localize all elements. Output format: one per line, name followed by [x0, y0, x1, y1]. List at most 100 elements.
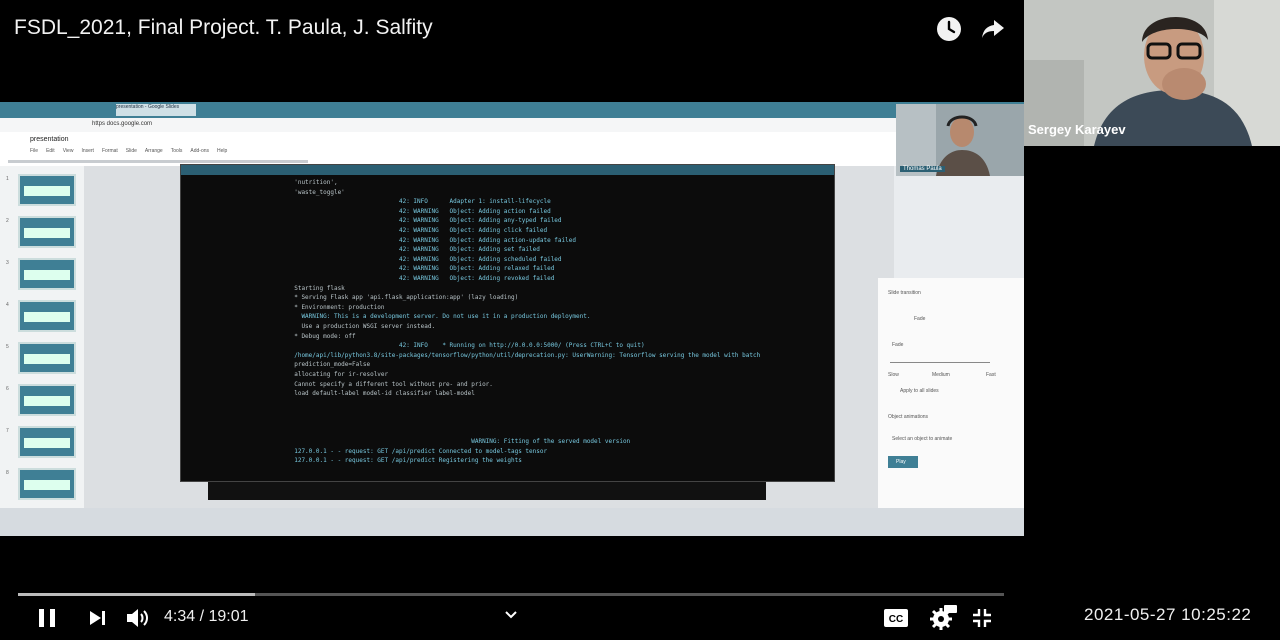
object-animations-heading: Object animations: [888, 414, 929, 420]
terminal-line: Starting flask: [287, 284, 345, 292]
menu-item[interactable]: View: [63, 148, 74, 154]
terminal-line: * Environment: production: [287, 303, 385, 311]
slide-thumbnail[interactable]: [18, 384, 76, 416]
slides-header: presentation File Edit View Insert Format Sli…: [0, 132, 1024, 166]
slide-number: 8: [6, 470, 9, 476]
speed-fast: Fast: [986, 372, 996, 378]
volume-icon[interactable]: [124, 604, 152, 632]
presentation-title[interactable]: presentation: [30, 136, 69, 143]
panel-heading: Slide transition: [888, 290, 921, 296]
terminal-line: 42: WARNING Object: Adding action failed: [287, 207, 551, 215]
menu-item[interactable]: File: [30, 148, 38, 154]
terminal-line: 'waste_toggle': [287, 188, 345, 196]
terminal-line: WARNING: This is a development server. D…: [287, 313, 591, 321]
slide-number: 1: [6, 176, 9, 182]
slide-thumbnail[interactable]: [18, 342, 76, 374]
terminal-output: 'nutrition', 'waste_toggle' 42: INFO Ada…: [187, 179, 827, 479]
clock-icon[interactable]: [936, 16, 962, 42]
slide-thumbnail[interactable]: [18, 258, 76, 290]
menu-item[interactable]: Insert: [81, 148, 94, 154]
cc-icon[interactable]: CC: [882, 606, 910, 630]
terminal-line: * Serving Flask app 'api.flask_applicati…: [287, 294, 519, 302]
apply-all-label[interactable]: Apply to all slides: [900, 388, 939, 394]
slide-thumbnail-content: [24, 480, 70, 490]
slide-thumbnail[interactable]: [18, 468, 76, 500]
exit-fullscreen-icon[interactable]: [970, 606, 994, 630]
terminal-line: 42: WARNING Object: Adding scheduled fai…: [287, 255, 562, 263]
terminal-line: /home/api/lib/python3.8/site-packages/te…: [287, 351, 761, 359]
terminal-line: 42: WARNING Object: Adding relaxed faile…: [287, 265, 555, 273]
speaker-name-label: Sergey Karayev: [1028, 122, 1126, 137]
url-text: https docs.google.com: [92, 121, 153, 127]
slide-number: 3: [6, 260, 9, 266]
slide-thumbnail-content: [24, 354, 70, 364]
terminal-line: 42: WARNING Object: Adding action-update…: [287, 236, 576, 244]
slide-thumbnail-content: [24, 312, 70, 322]
speed-slow: Slow: [888, 372, 899, 378]
browser-tab-bar: presentation - Google Slides: [0, 102, 1024, 118]
menu-item[interactable]: Help: [217, 148, 227, 154]
slide-thumbnail[interactable]: [18, 300, 76, 332]
skip-next-icon[interactable]: [84, 605, 110, 631]
terminal-line: Use a production WSGI server instead.: [287, 323, 436, 330]
windows-taskbar: [0, 508, 1024, 536]
terminal-titlebar: [181, 165, 834, 175]
chevron-down-icon[interactable]: [502, 606, 520, 624]
slide-number: 5: [6, 344, 9, 350]
browser-address-bar[interactable]: https docs.google.com: [0, 118, 1024, 133]
terminal-line: Cannot specify a different tool without …: [287, 380, 493, 388]
shared-screen: presentation - Google Slides https docs.…: [0, 102, 1024, 536]
presenter-video-thumbnail: Thomas Paula: [896, 104, 1024, 176]
slide-number: 7: [6, 428, 9, 434]
terminal-line: prediction_mode=False: [287, 361, 371, 369]
gear-hd-icon[interactable]: [928, 604, 958, 632]
menu-item[interactable]: Edit: [46, 148, 55, 154]
browser-tab[interactable]: presentation - Google Slides: [116, 104, 196, 116]
slide-number: 6: [6, 386, 9, 392]
slide-thumbnail-content: [24, 228, 70, 238]
slide-thumbnail-content: [24, 396, 70, 406]
terminal-line: 42: WARNING Object: Adding revoked faile…: [287, 275, 555, 282]
slide-thumbnail[interactable]: [18, 426, 76, 458]
svg-text:CC: CC: [889, 614, 903, 625]
video-title[interactable]: FSDL_2021, Final Project. T. Paula, J. S…: [14, 16, 433, 40]
time-display: 4:34 / 19:01: [164, 608, 249, 625]
menu-item[interactable]: Arrange: [145, 148, 163, 154]
terminal-line: 127.0.0.1 - - request: GET /api/predict …: [287, 447, 548, 455]
speed-slider[interactable]: [890, 362, 990, 363]
progress-bar-played: [18, 593, 255, 596]
add-animation-hint: Select an object to animate: [892, 436, 953, 442]
slides-menu-bar: File Edit View Insert Format Slide Arrange Tool…: [30, 148, 227, 154]
slide-thumbnail-content: [24, 270, 70, 280]
terminal-line: 'nutrition',: [287, 179, 338, 186]
slide-thumbnail[interactable]: [18, 216, 76, 248]
slide-thumbnail[interactable]: [18, 174, 76, 206]
slide-filmstrip: 1 2 3 4 5 6 7 8: [0, 166, 84, 516]
menu-item[interactable]: Format: [102, 148, 118, 154]
effect-dropdown[interactable]: Fade: [892, 342, 903, 348]
pause-icon[interactable]: [34, 605, 60, 631]
terminal-line: allocating for ir-resolver: [287, 371, 389, 378]
presenter-name-label: Thomas Paula: [900, 166, 945, 172]
terminal-line: load default-label model-id classifier l…: [287, 390, 475, 398]
terminal-window[interactable]: 'nutrition', 'waste_toggle' 42: INFO Ada…: [180, 164, 835, 482]
terminal-shadow: [208, 482, 766, 500]
terminal-line: 42: WARNING Object: Adding click failed: [287, 227, 548, 234]
terminal-line: * Debug mode: off: [287, 332, 356, 340]
slide-number: 4: [6, 302, 9, 308]
slide-thumbnail-content: [24, 186, 70, 196]
terminal-line: 42: INFO * Running on http://0.0.0.0:500…: [287, 342, 645, 350]
share-arrow-icon[interactable]: [980, 16, 1006, 42]
effect-label[interactable]: Fade: [914, 316, 925, 322]
speed-medium: Medium: [932, 372, 950, 378]
terminal-line: 42: WARNING Object: Adding any-typed fai…: [287, 217, 562, 225]
menu-item[interactable]: Slide: [126, 148, 137, 154]
menu-item[interactable]: Tools: [171, 148, 183, 154]
slide-thumbnail-content: [24, 438, 70, 448]
terminal-line: 42: INFO Adapter 1: install-lifecycle: [287, 198, 551, 206]
play-button[interactable]: Play: [888, 456, 918, 468]
terminal-line: WARNING: Fitting of the served model ver…: [287, 438, 631, 446]
terminal-line: 127.0.0.1 - - request: GET /api/predict …: [287, 457, 522, 465]
recording-timestamp: 2021-05-27 10:25:22: [1084, 605, 1252, 624]
menu-item[interactable]: Add-ons: [190, 148, 209, 154]
